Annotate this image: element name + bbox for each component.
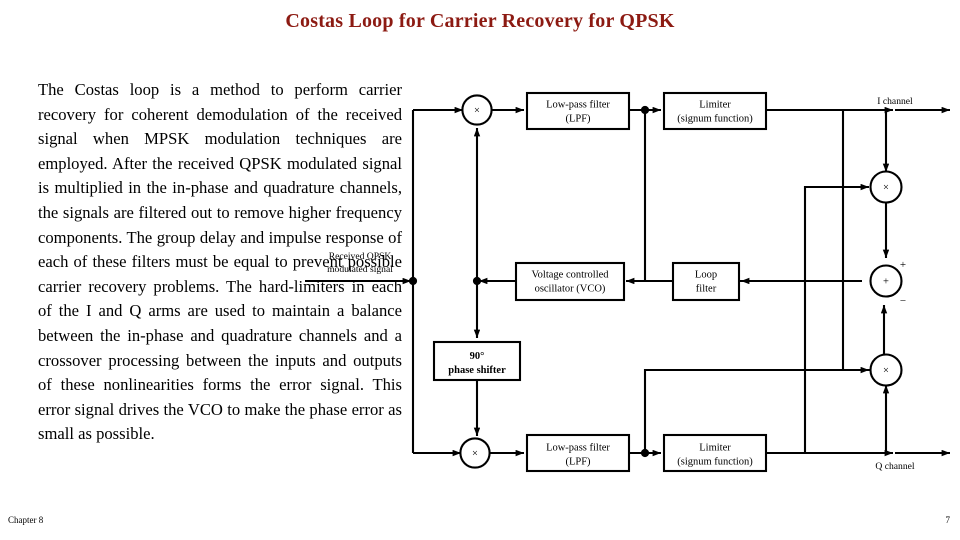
slide: Costas Loop for Carrier Recovery for QPS… [0,0,960,540]
multiplier-q-arm: × [459,437,491,469]
wire-lpf-bottom-tap [643,304,888,453]
block-lpf-bottom-label-2: (LPF) [565,456,591,467]
multiplier-q-arm-symbol: × [472,448,478,459]
block-lpf-top-label-2: (LPF) [565,113,591,124]
junction-lpf-bottom [640,448,650,458]
label-input-signal-2: modulated signal [327,264,393,275]
block-loop-filter-label-1: Loop [695,269,717,280]
label-q-channel: Q channel [875,461,914,472]
block-vco-label-1: Voltage controlled [531,269,609,280]
multiplier-i-arm: × [461,94,493,126]
label-i-channel: I channel [877,96,913,107]
adder: + + − [869,259,906,307]
junction-vco [472,276,482,286]
block-loop-filter-label-2: filter [696,283,717,294]
label-input-signal-1: Received QPSK [329,251,392,262]
block-limiter-bottom-label-1: Limiter [699,442,731,453]
block-limiter-top-label-2: (signum function) [677,113,753,124]
footer-chapter: Chapter 8 [8,515,44,525]
block-vco-label-2: oscillator (VCO) [535,283,606,294]
multiplier-i-arm-symbol: × [474,105,480,116]
adder-minus-sign: − [900,295,906,307]
footer-page-number: 7 [945,515,951,525]
multiplier-crossover-bottom: × [869,353,903,387]
adder-symbol: + [883,276,889,287]
multiplier-crossover-bottom-symbol: × [883,365,889,376]
multiplier-crossover-top-symbol: × [883,182,889,193]
block-phase-shifter-label-1: 90° [470,351,485,362]
wire-crossover-q-to-i [803,183,870,453]
junction-lpf-top [640,105,650,115]
junction-input [408,276,418,286]
wire-crossover-i-to-q [841,110,870,374]
multiplier-crossover-top: × [869,170,903,204]
block-limiter-bottom-label-2: (signum function) [677,456,753,467]
block-limiter-top-label-1: Limiter [699,99,731,110]
block-lpf-bottom-label-1: Low-pass filter [546,442,610,453]
adder-plus-sign: + [900,259,906,271]
block-lpf-top-label-1: Low-pass filter [546,99,610,110]
block-phase-shifter-label-2: phase shifter [448,365,506,376]
costas-loop-diagram: × × × × + + − Low-pass filter (LPF) Limi… [305,91,951,473]
wire-lpf-top-tap [643,110,784,283]
